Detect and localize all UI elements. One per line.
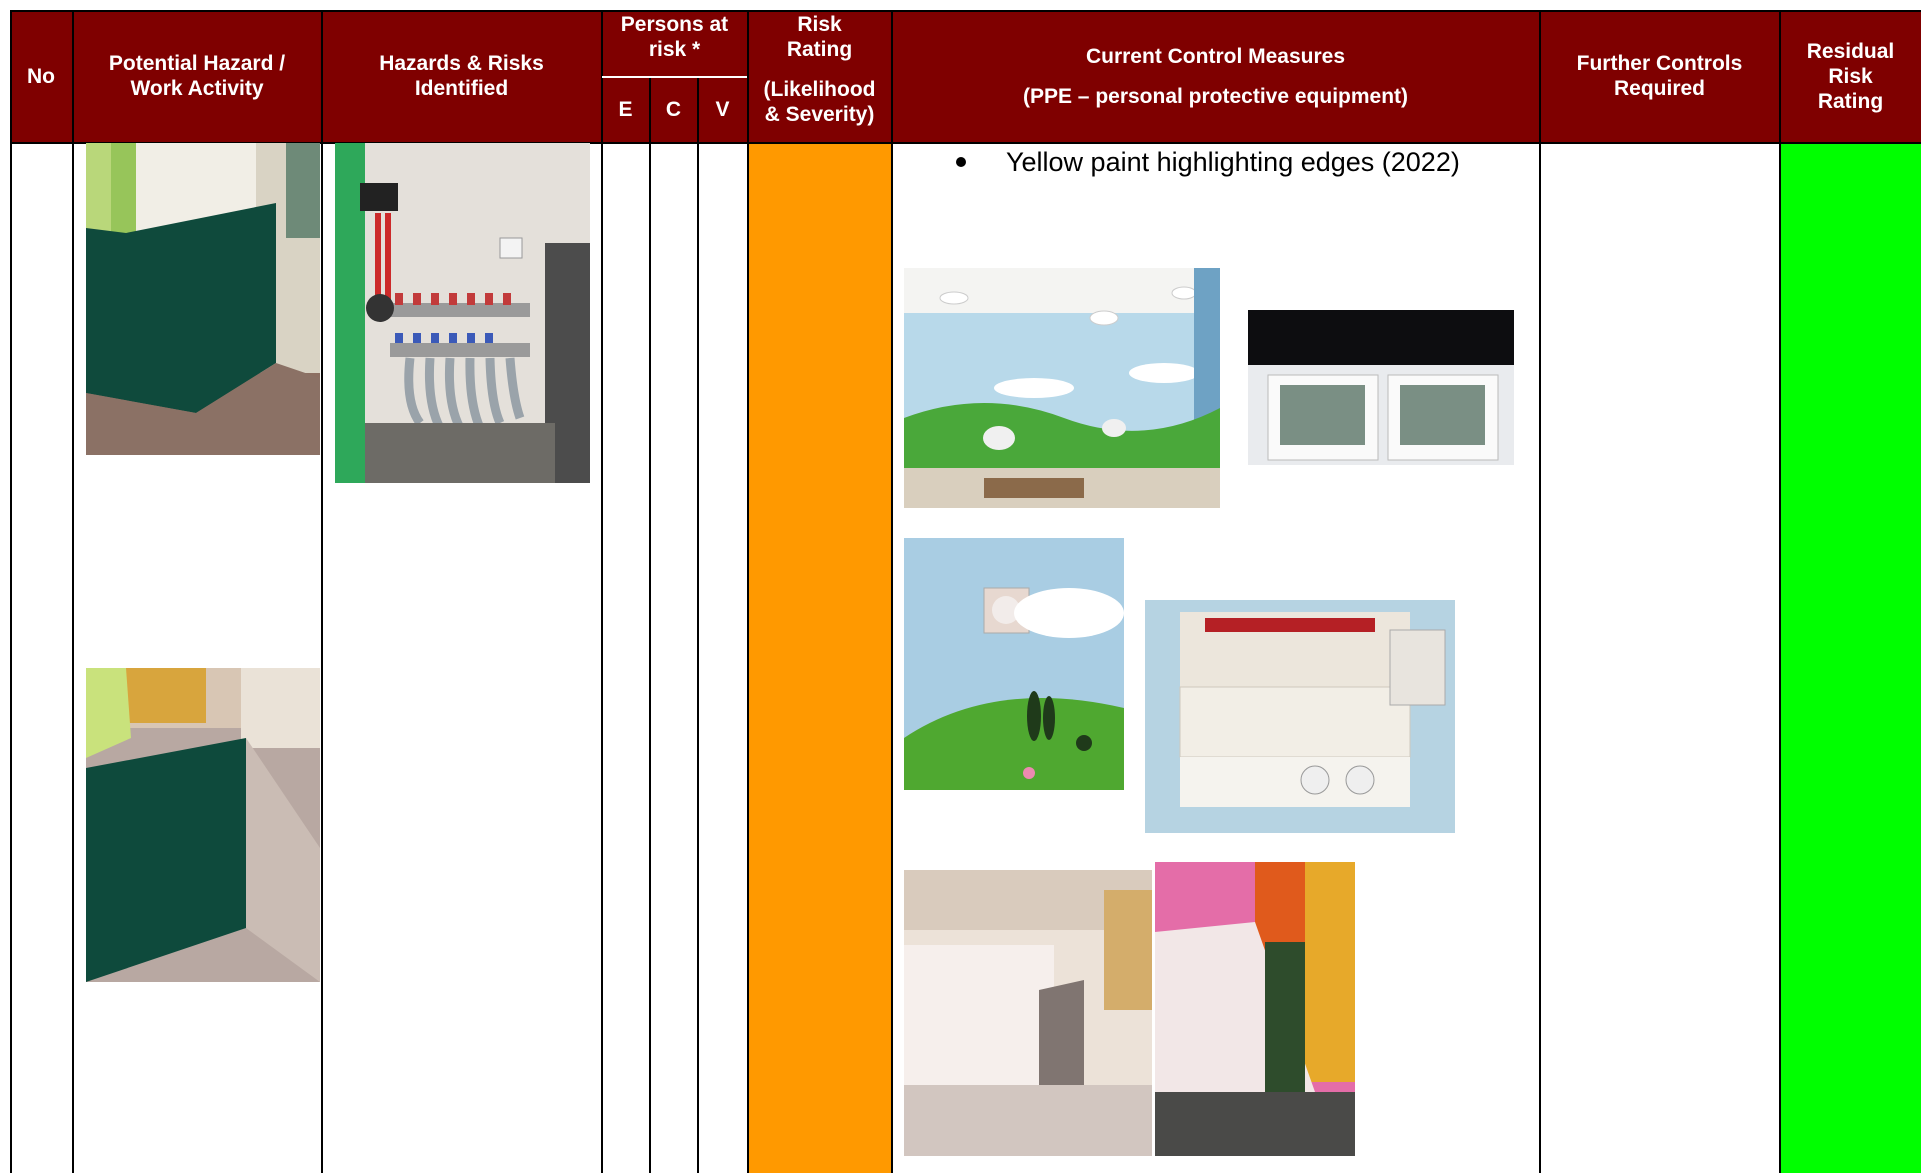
col-border <box>72 10 74 1173</box>
header-risks-line2: Identified <box>414 77 509 100</box>
header-further-line1: Further Controls <box>1576 52 1743 75</box>
header-further-controls: Further Controls Required <box>1540 10 1779 142</box>
header-current-controls: Current Control Measures (PPE – personal… <box>892 10 1539 142</box>
col-border <box>321 10 323 1173</box>
header-risks-line1: Hazards & Risks <box>379 52 544 75</box>
persons-subheader-divider <box>602 76 747 78</box>
bullet-icon <box>956 157 966 167</box>
header-residual-risk: Residual Risk Rating <box>1780 10 1921 142</box>
col-border <box>747 10 749 1173</box>
residual-risk-cell <box>1780 143 1921 1173</box>
header-potential-hazard: Potential Hazard / Work Activity <box>73 10 321 142</box>
col-border <box>891 10 893 1173</box>
photo-reception-corner <box>904 870 1152 1156</box>
col-border <box>1539 10 1541 1173</box>
header-further-line2: Required <box>1613 77 1705 100</box>
header-controls-line1: Current Control Measures <box>1085 44 1346 68</box>
header-e-label: E <box>618 98 633 121</box>
header-residual-line3: Rating <box>1817 89 1884 113</box>
header-persons-line1: Persons at <box>620 13 729 36</box>
photo-pink-lit-corridor <box>1155 862 1355 1156</box>
header-persons-e: E <box>602 77 649 142</box>
header-persons-v: V <box>698 77 747 142</box>
photo-mural-wall-fan <box>904 538 1124 790</box>
photo-high-windows <box>1248 310 1514 508</box>
col-border <box>649 76 651 1173</box>
header-v-label: V <box>715 98 730 121</box>
header-no-label: No <box>27 64 55 88</box>
header-rating-line1: Risk <box>797 13 842 36</box>
table-top-border <box>10 10 1921 12</box>
photo-padded-step <box>86 668 320 982</box>
col-border <box>1779 10 1781 1173</box>
photo-padded-pillar <box>86 143 320 455</box>
header-rating-line4: & Severity) <box>764 103 875 126</box>
header-hazard-line2: Work Activity <box>130 77 264 100</box>
header-controls-line2: (PPE – personal protective equipment) <box>1022 84 1409 108</box>
col-border <box>601 10 603 1173</box>
header-c-label: C <box>665 98 682 121</box>
control-measure-text: Yellow paint highlighting edges (2022) <box>1006 146 1460 177</box>
header-residual-line1: Residual <box>1806 39 1895 63</box>
header-residual-line2: Risk <box>1828 64 1873 88</box>
control-measure-item: Yellow paint highlighting edges (2022) <box>956 142 1460 182</box>
photo-mural-room-ceiling <box>904 268 1220 508</box>
header-rating-line2: Rating <box>786 38 853 61</box>
risk-rating-cell <box>748 143 891 1173</box>
header-no: No <box>10 10 72 142</box>
header-persons-c: C <box>650 77 697 142</box>
col-border <box>10 10 12 1173</box>
header-persons-line2: risk * <box>648 38 701 61</box>
header-hazard-line1: Potential Hazard / <box>108 52 286 75</box>
photo-manifold-cupboard <box>335 143 590 483</box>
header-rating-line3: (Likelihood <box>763 78 876 101</box>
header-risk-rating: Risk Rating (Likelihood & Severity) <box>748 10 891 142</box>
header-hazards-risks: Hazards & Risks Identified <box>322 10 601 142</box>
header-persons-at-risk: Persons at risk * <box>602 10 747 76</box>
col-border <box>697 76 699 1173</box>
photo-magnetic-catch-relay <box>1145 600 1455 833</box>
risk-assessment-table: No Potential Hazard / Work Activity Haza… <box>10 10 1921 1173</box>
